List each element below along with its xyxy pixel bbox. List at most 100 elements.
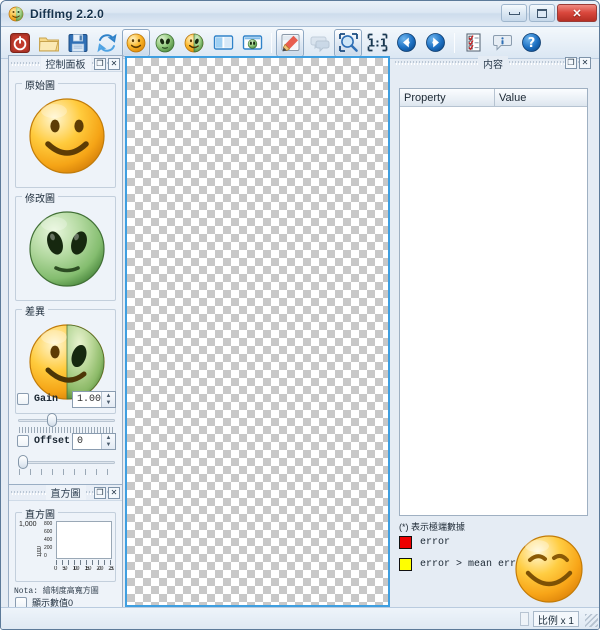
gain-spin-down[interactable]: ▼ (102, 400, 115, 408)
checklist-button[interactable] (459, 29, 487, 57)
split-view-button[interactable] (209, 29, 237, 57)
blink-view-button[interactable] (238, 29, 266, 57)
legend-item-error: error (399, 536, 450, 549)
offset-spin-up[interactable]: ▲ (102, 434, 115, 442)
histogram-y-ticks: 1,000 (37, 523, 43, 557)
one-to-one-icon: 1:1 (367, 32, 388, 53)
gain-spin-up[interactable]: ▲ (102, 392, 115, 400)
gain-slider[interactable] (18, 412, 115, 428)
offset-checkbox[interactable] (17, 435, 29, 447)
gain-spinbox[interactable]: 1.00 ▲ ▼ (72, 391, 116, 408)
arrow-left-icon (396, 32, 417, 53)
smiley-green-thumb (26, 208, 108, 290)
minimize-button[interactable] (501, 4, 527, 22)
offset-value: 0 (73, 436, 101, 447)
original-image-legend: 原始圖 (22, 77, 58, 92)
offset-slider-ticks (19, 469, 114, 475)
modified-image-thumbnail[interactable] (24, 205, 109, 293)
column-header-property[interactable]: Property (400, 89, 495, 107)
histogram-chart[interactable]: 1,000 1,000 800 600 400 200 0 (18, 519, 115, 579)
histogram-x-tick-labels: 0 50 100 150 200 250 (54, 566, 114, 575)
image-canvas[interactable] (125, 56, 390, 607)
application-window: DiffImg 2.2.0 ✕ (0, 0, 600, 630)
original-image-thumbnail[interactable] (24, 92, 109, 180)
column-header-value[interactable]: Value (495, 89, 587, 107)
resize-grip-icon[interactable] (585, 614, 598, 627)
save-button[interactable] (64, 29, 92, 57)
xtick-2: 100 (72, 566, 78, 575)
gain-label: Gain (34, 394, 58, 405)
show-original-button[interactable] (122, 29, 150, 57)
show-modified-button[interactable] (151, 29, 179, 57)
zoom-actual-button[interactable]: 1:1 (363, 29, 391, 57)
arrow-right-icon (425, 32, 446, 53)
mask-tool-button[interactable] (276, 29, 304, 57)
info-bubble-icon (492, 32, 513, 53)
gain-slider-groove (18, 419, 115, 422)
histogram-titlebar[interactable]: 直方圖 ❐ ✕ (9, 485, 122, 501)
power-off-icon (9, 32, 31, 54)
offset-row: Offset (17, 435, 70, 447)
error-color-swatch (399, 536, 412, 549)
offset-spin-down[interactable]: ▼ (102, 442, 115, 450)
gain-slider-handle[interactable] (47, 413, 57, 427)
properties-table[interactable]: Property Value (399, 88, 588, 516)
xtick-4: 200 (96, 566, 102, 575)
control-panel-dock: 控制面板 ❐ ✕ 原始圖 (8, 55, 123, 540)
quit-button[interactable] (6, 29, 34, 57)
control-panel-close-button[interactable]: ✕ (108, 58, 120, 70)
contents-float-button[interactable]: ❐ (565, 57, 577, 69)
window-title: DiffImg 2.2.0 (30, 7, 104, 21)
open-button[interactable] (35, 29, 63, 57)
histogram-y-label: 1,000 (19, 521, 37, 528)
xtick-3: 150 (84, 566, 90, 575)
blink-compare-icon (242, 32, 263, 53)
maximize-icon (537, 9, 547, 18)
help-question-icon: ? (521, 32, 542, 53)
xtick-1: 50 (62, 566, 66, 575)
histogram-dock: 直方圖 ❐ ✕ 直方圖 1,000 1,000 800 600 (8, 484, 123, 612)
next-button[interactable] (421, 29, 449, 57)
properties-table-body[interactable] (400, 107, 587, 516)
control-panel-float-button[interactable]: ❐ (94, 58, 106, 70)
paint-mask-icon (280, 32, 301, 53)
smiley-split-icon (184, 33, 204, 53)
gain-checkbox[interactable] (17, 393, 29, 405)
speech-bubbles-icon (309, 32, 330, 53)
maximize-button[interactable] (529, 4, 555, 22)
reload-button[interactable] (93, 29, 121, 57)
contents-close-button[interactable]: ✕ (579, 57, 591, 69)
gain-row: Gain (17, 393, 58, 405)
ytick-1: 600 (44, 529, 53, 535)
checklist-icon (463, 32, 484, 53)
extreme-data-note: (*) 表示極端數據 (399, 520, 465, 533)
svg-text:?: ? (527, 36, 535, 51)
offset-spinbox[interactable]: 0 ▲ ▼ (72, 433, 116, 450)
show-difference-button[interactable] (180, 29, 208, 57)
ytick-3: 200 (44, 545, 53, 551)
comment-button[interactable] (305, 29, 333, 57)
xtick-0: 0 (54, 566, 56, 575)
open-folder-icon (38, 32, 60, 54)
fit-to-window-button[interactable] (334, 29, 362, 57)
scale-indicator[interactable]: 比例 x 1 (533, 611, 579, 627)
two-panes-icon (213, 32, 234, 53)
title-bar: DiffImg 2.2.0 ✕ (1, 1, 600, 27)
histogram-close-button[interactable]: ✕ (108, 487, 120, 499)
mascot-smiley (513, 533, 585, 605)
contents-titlebar[interactable]: 内容 ❐ ✕ (393, 55, 593, 71)
close-button[interactable]: ✕ (557, 4, 597, 22)
info-button[interactable] (488, 29, 516, 57)
histogram-x-ticks (56, 560, 112, 565)
smiley-green-icon (155, 33, 175, 53)
control-panel-titlebar[interactable]: 控制面板 ❐ ✕ (9, 56, 122, 72)
offset-slider-handle[interactable] (18, 455, 28, 469)
histogram-float-button[interactable]: ❐ (94, 487, 106, 499)
statusbar-spacer (520, 612, 529, 626)
original-image-group: 原始圖 (15, 83, 116, 188)
offset-slider[interactable] (18, 454, 115, 470)
histogram-note: Nota: 繪制度高寬方圖 (14, 585, 99, 596)
help-button[interactable]: ? (517, 29, 545, 57)
error-legend-label: error (420, 537, 450, 548)
previous-button[interactable] (392, 29, 420, 57)
